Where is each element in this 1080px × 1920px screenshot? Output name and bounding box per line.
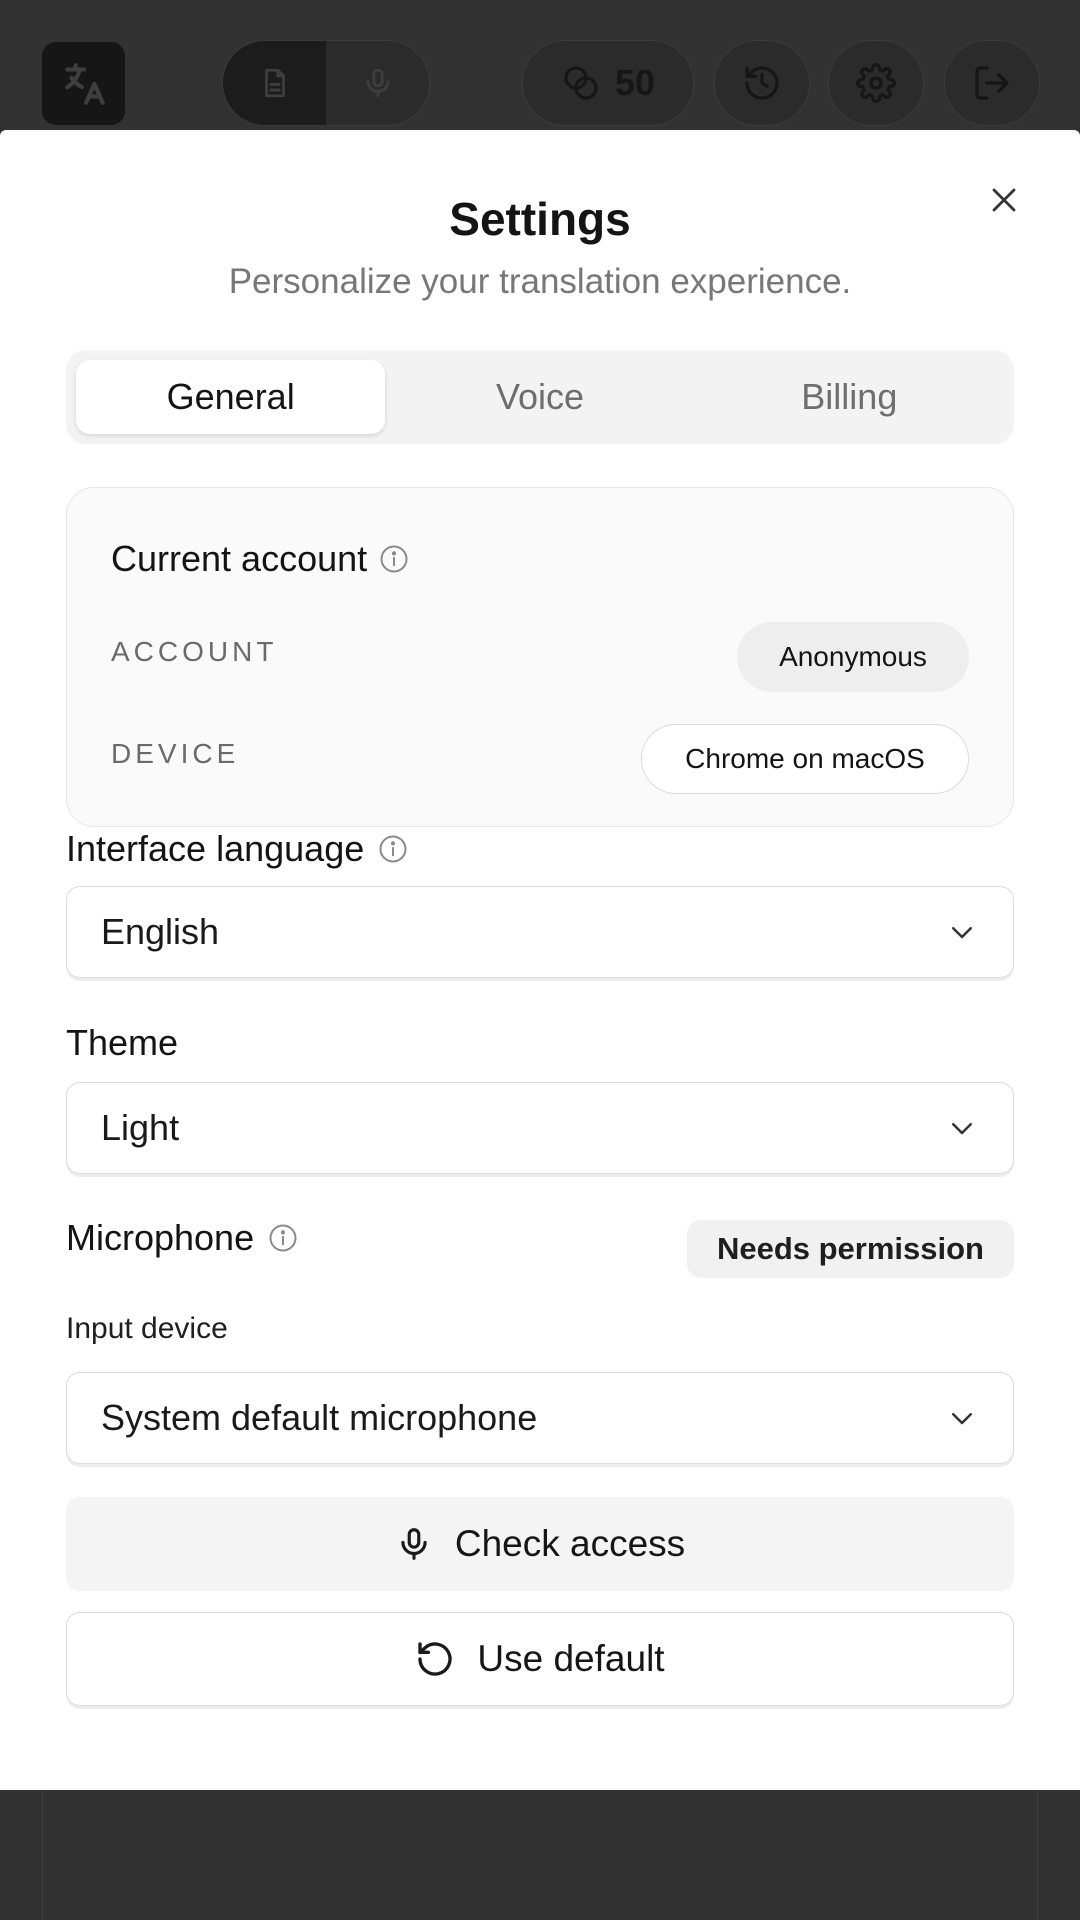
microphone-icon bbox=[401, 1528, 427, 1560]
interface-language-heading: Interface language bbox=[66, 828, 408, 870]
use-default-label: Use default bbox=[477, 1638, 665, 1679]
history-button[interactable] bbox=[714, 40, 810, 126]
credits-button[interactable]: 50 bbox=[522, 40, 694, 126]
translate-logo-button[interactable] bbox=[42, 42, 125, 125]
use-default-button[interactable]: Use default bbox=[66, 1612, 1014, 1706]
chevron-down-icon bbox=[952, 1123, 972, 1135]
tab-general[interactable]: General bbox=[76, 360, 386, 434]
theme-heading: Theme bbox=[66, 1022, 178, 1064]
microphone-heading: Microphone bbox=[66, 1217, 298, 1259]
gear-icon bbox=[856, 63, 896, 103]
mode-toggle bbox=[222, 40, 430, 126]
account-label: ACCOUNT bbox=[111, 636, 278, 667]
theme-select[interactable]: Light bbox=[66, 1082, 1014, 1174]
info-icon[interactable] bbox=[378, 834, 408, 864]
current-account-card: Current account ACCOUNT Anonymous DEVICE… bbox=[66, 487, 1014, 827]
voice-mode-button[interactable] bbox=[326, 41, 429, 125]
interface-language-value: English bbox=[101, 911, 220, 952]
chevron-down-icon bbox=[952, 927, 972, 939]
input-device-select[interactable]: System default microphone bbox=[66, 1372, 1014, 1464]
device-value-chip: Chrome on macOS bbox=[641, 724, 969, 794]
info-icon[interactable] bbox=[379, 544, 409, 574]
tab-voice[interactable]: Voice bbox=[385, 360, 694, 434]
text-mode-button[interactable] bbox=[223, 41, 326, 125]
logout-button[interactable] bbox=[944, 40, 1040, 126]
credits-count: 50 bbox=[614, 62, 656, 103]
check-access-button[interactable]: Check access bbox=[66, 1497, 1014, 1591]
history-icon bbox=[745, 66, 779, 100]
coins-icon bbox=[564, 66, 598, 100]
theme-label: Theme bbox=[66, 1022, 179, 1063]
microphone-status-badge: Needs permission bbox=[686, 1220, 1014, 1278]
account-value-chip: Anonymous bbox=[737, 622, 969, 692]
logout-icon bbox=[975, 66, 1009, 100]
input-device-value: System default microphone bbox=[101, 1397, 538, 1438]
background-panel bbox=[42, 1790, 1038, 1920]
interface-language-label: Interface language bbox=[66, 828, 365, 869]
info-icon[interactable] bbox=[268, 1223, 298, 1253]
microphone-icon bbox=[366, 68, 389, 98]
input-device-label: Input device bbox=[66, 1312, 228, 1345]
chevron-down-icon bbox=[952, 1413, 972, 1425]
dialog-title: Settings bbox=[449, 193, 631, 245]
app-toolbar: 50 bbox=[0, 0, 1080, 130]
reset-icon bbox=[418, 1642, 453, 1676]
settings-tabs: General Voice Billing bbox=[66, 350, 1014, 444]
dialog-subtitle: Personalize your translation experience. bbox=[228, 262, 852, 301]
settings-button[interactable] bbox=[828, 40, 924, 126]
current-account-heading: Current account bbox=[111, 538, 409, 580]
check-access-label: Check access bbox=[454, 1523, 686, 1564]
interface-language-select[interactable]: English bbox=[66, 886, 1014, 978]
settings-dialog: Settings Personalize your translation ex… bbox=[0, 130, 1080, 1790]
theme-value: Light bbox=[101, 1107, 180, 1148]
document-icon bbox=[264, 68, 285, 98]
tab-billing[interactable]: Billing bbox=[695, 360, 1004, 434]
device-label: DEVICE bbox=[111, 738, 240, 769]
microphone-label: Microphone bbox=[66, 1217, 255, 1258]
translate-icon bbox=[64, 62, 105, 105]
current-account-title: Current account bbox=[111, 538, 368, 579]
